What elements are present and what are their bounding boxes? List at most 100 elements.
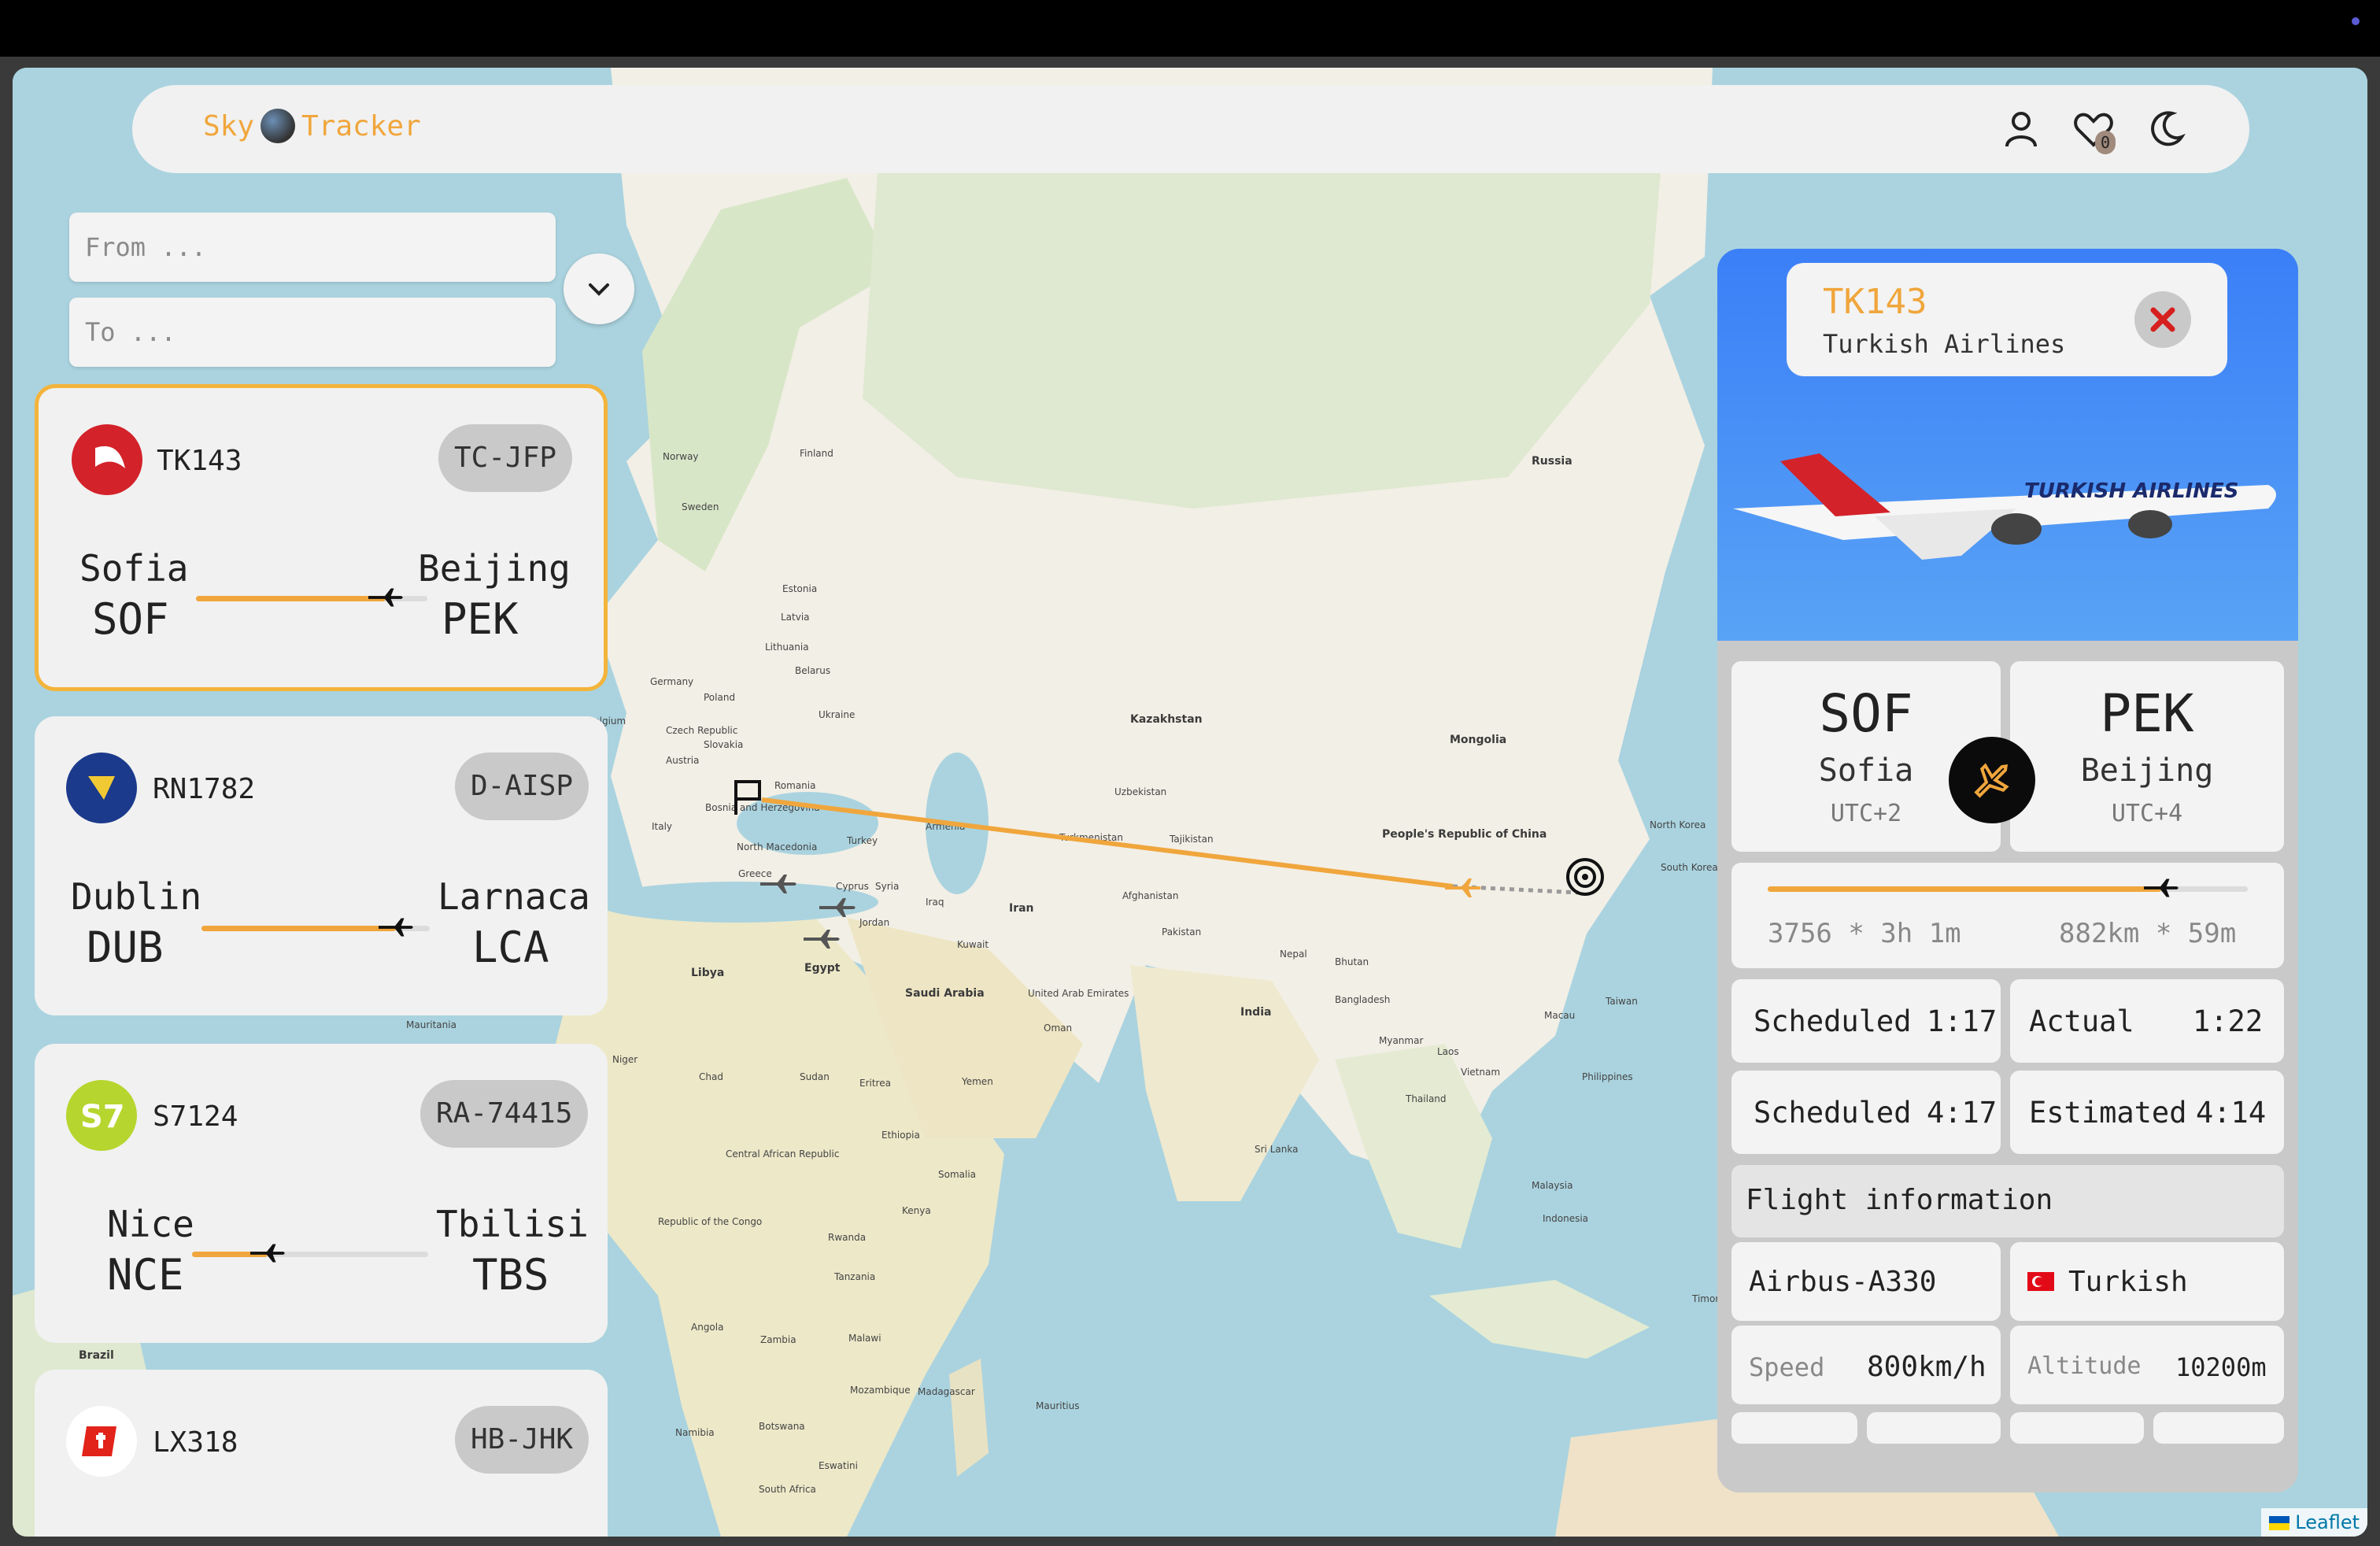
map-label-norway: Norway bbox=[663, 451, 699, 462]
origin-city: Nice bbox=[107, 1203, 194, 1245]
registration-badge: TC-JFP bbox=[438, 424, 573, 492]
origin-city: Sofia bbox=[79, 547, 189, 590]
detail-progress bbox=[1768, 878, 2248, 897]
registration-badge: HB-JHK bbox=[455, 1406, 589, 1474]
map-label-malawi: Malawi bbox=[848, 1333, 881, 1344]
map-label-chad: Chad bbox=[699, 1071, 723, 1082]
logo-text-sky: Sky bbox=[203, 109, 255, 142]
ryanair-logo-icon bbox=[66, 753, 137, 823]
origin-city: Dublin bbox=[71, 875, 202, 918]
user-icon[interactable] bbox=[2001, 109, 2042, 150]
map-label-italy: Italy bbox=[652, 821, 672, 832]
map-label-eswatini: Eswatini bbox=[819, 1460, 858, 1471]
map-label-greece: Greece bbox=[738, 868, 772, 879]
logo-text-tracker: Tracker bbox=[301, 109, 421, 142]
map-label-mauritius: Mauritius bbox=[1036, 1400, 1079, 1411]
distance-remaining: 882km * 59m bbox=[2059, 918, 2237, 949]
leaflet-link[interactable]: Leaflet bbox=[2295, 1511, 2360, 1533]
flight-card[interactable]: S7 S7124 RA-74415 Nice NCE Tbilisi TBS bbox=[35, 1044, 608, 1343]
chevron-down-icon bbox=[589, 283, 609, 296]
map-label-sweden: Sweden bbox=[682, 501, 719, 512]
info-box-partial bbox=[2153, 1412, 2284, 1444]
progress-fill bbox=[1768, 886, 2162, 892]
map-label-libya: Libya bbox=[691, 967, 724, 979]
speed-label: Speed bbox=[1749, 1352, 1825, 1382]
flight-card[interactable]: TK143 TC-JFP Sofia SOF Beijing PEK bbox=[35, 384, 608, 691]
map-label-poland: Poland bbox=[704, 692, 735, 703]
arrival-city: Beijing bbox=[2080, 753, 2214, 789]
map-label-philippines: Philippines bbox=[1582, 1071, 1633, 1082]
map-label-zambia: Zambia bbox=[760, 1334, 796, 1345]
swiss-logo-icon bbox=[66, 1406, 137, 1477]
close-button[interactable] bbox=[2134, 291, 2191, 348]
map-label-tanzania: Tanzania bbox=[833, 1271, 875, 1282]
map-label-afghanistan: Afghanistan bbox=[1122, 890, 1178, 901]
to-input[interactable] bbox=[69, 298, 556, 367]
arrival-estimated-label: Estimated bbox=[2029, 1096, 2187, 1130]
map-label-botswana: Botswana bbox=[759, 1421, 805, 1432]
flight-card[interactable]: RN1782 D-AISP Dublin DUB Larnaca LCA bbox=[35, 716, 608, 1015]
map-label-czech-republic: Czech Republic bbox=[666, 725, 737, 736]
map-label-brazil: Brazil bbox=[79, 1349, 114, 1362]
map-label-mauritania: Mauritania bbox=[406, 1019, 456, 1030]
flight-number: RN1782 bbox=[153, 773, 256, 805]
plane-icon bbox=[378, 918, 413, 937]
map-label-malaysia: Malaysia bbox=[1532, 1180, 1572, 1191]
map-label-kuwait: Kuwait bbox=[957, 939, 989, 950]
flight-progress bbox=[192, 1244, 428, 1263]
map-label-rwanda: Rwanda bbox=[828, 1232, 866, 1243]
destination-city: Larnaca bbox=[438, 875, 590, 918]
map-label-myanmar: Myanmar bbox=[1379, 1035, 1423, 1046]
map-label-oman: Oman bbox=[1044, 1023, 1072, 1034]
map-label-belarus: Belarus bbox=[795, 665, 830, 676]
map-label-yemen: Yemen bbox=[961, 1076, 993, 1087]
progress-fill bbox=[201, 926, 396, 931]
detail-flight-number: TK143 bbox=[1823, 282, 1927, 322]
map-label-madagascar: Madagascar bbox=[918, 1386, 975, 1397]
map-label-lithuania: Lithuania bbox=[765, 642, 809, 653]
origin-code: SOF bbox=[92, 594, 169, 644]
moon-icon[interactable] bbox=[2145, 109, 2186, 150]
map-label-sudan: Sudan bbox=[800, 1071, 830, 1082]
map-label-ukraine: Ukraine bbox=[819, 709, 855, 720]
flight-number: TK143 bbox=[157, 445, 242, 477]
flight-detail-panel: TURKISH AIRLINES TK143 Turkish Airlines … bbox=[1717, 249, 2298, 1492]
altitude-box: Altitude 10200m bbox=[2010, 1326, 2284, 1404]
map-label-india: India bbox=[1240, 1006, 1271, 1019]
app-header: Sky Tracker 0 bbox=[132, 85, 2249, 173]
arrival-estimated-box: Estimated 4:14 bbox=[2010, 1071, 2284, 1154]
map-label-macau: Macau bbox=[1544, 1010, 1575, 1021]
map-label-somalia: Somalia bbox=[938, 1169, 976, 1180]
map-label-tajikistan: Tajikistan bbox=[1169, 834, 1214, 845]
status-dot bbox=[2352, 17, 2360, 25]
map-label-germany: Germany bbox=[650, 676, 693, 687]
destination-city: Tbilisi bbox=[436, 1203, 589, 1245]
filter-toggle-button[interactable] bbox=[564, 253, 634, 324]
map-label-mongolia: Mongolia bbox=[1450, 734, 1506, 746]
info-box-partial bbox=[1731, 1412, 1857, 1444]
from-input[interactable] bbox=[69, 213, 556, 282]
app-logo[interactable]: Sky Tracker bbox=[203, 109, 421, 143]
flight-card[interactable]: LX318 HB-JHK bbox=[35, 1370, 608, 1537]
info-box-partial bbox=[1867, 1412, 2001, 1444]
ukraine-flag-icon bbox=[2268, 1516, 2289, 1530]
altitude-value: 10200m bbox=[2175, 1352, 2267, 1382]
map-label-iraq: Iraq bbox=[926, 897, 944, 908]
map-label-north-macedonia: North Macedonia bbox=[737, 841, 817, 853]
arrival-scheduled-box: Scheduled 4:17 bbox=[1731, 1071, 2001, 1154]
info-box-partial bbox=[2010, 1412, 2144, 1444]
destination-code: TBS bbox=[472, 1250, 549, 1300]
map-label-latvia: Latvia bbox=[781, 612, 810, 623]
flight-info-title: Flight information bbox=[1746, 1184, 2053, 1216]
flight-info-header: Flight information bbox=[1731, 1165, 2284, 1237]
map-label-vietnam: Vietnam bbox=[1461, 1067, 1500, 1078]
destination-code: PEK bbox=[442, 594, 519, 644]
aircraft-hero: TURKISH AIRLINES TK143 Turkish Airlines bbox=[1717, 249, 2298, 641]
departure-scheduled-time: 1:17 bbox=[1927, 1004, 1998, 1038]
map-attribution[interactable]: Leaflet bbox=[2260, 1508, 2367, 1537]
map-label-saudi-arabia: Saudi Arabia bbox=[905, 987, 985, 1000]
registration-badge: D-AISP bbox=[455, 753, 589, 820]
os-top-bar bbox=[0, 0, 2380, 57]
detail-title-card: TK143 Turkish Airlines bbox=[1787, 263, 2227, 376]
favorites-heart-icon[interactable]: 0 bbox=[2073, 109, 2116, 154]
